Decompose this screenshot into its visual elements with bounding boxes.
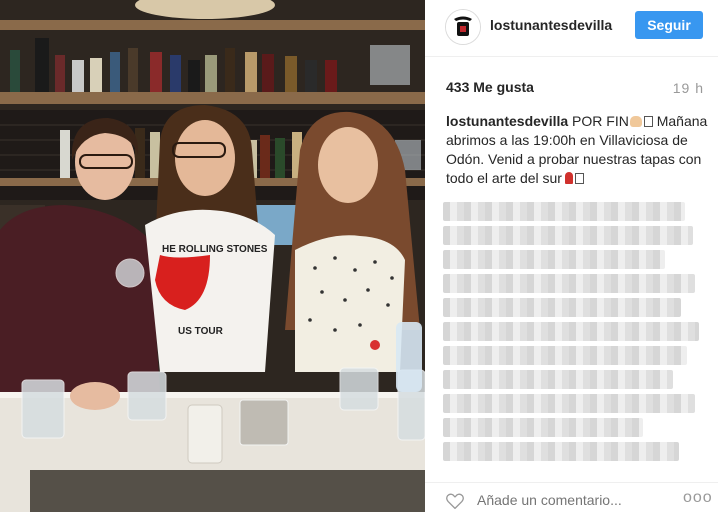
unknown-glyph-icon-2	[574, 173, 584, 184]
post-footer: ooo	[425, 482, 718, 513]
heart-icon[interactable]	[445, 492, 465, 510]
post-sidebar: lostunantesdevilla Seguir 433 Me gusta 1…	[425, 0, 718, 512]
avatar[interactable]	[445, 9, 481, 45]
caption-text-1: POR FIN	[572, 113, 629, 129]
caption-username[interactable]: lostunantesdevilla	[446, 113, 568, 129]
avatar-logo-icon	[446, 10, 480, 44]
shirt-text-1: HE ROLLING STONES	[162, 244, 268, 255]
post-timestamp[interactable]: 19 h	[673, 80, 704, 96]
shirt-text-2: US TOUR	[178, 326, 224, 337]
follow-button[interactable]: Seguir	[635, 11, 703, 39]
post-caption: lostunantesdevilla POR FIN Mañana abrimo…	[446, 112, 708, 188]
likes-count[interactable]: 433 Me gusta	[446, 79, 534, 95]
more-options-icon[interactable]: ooo	[683, 489, 713, 507]
unknown-glyph-icon	[643, 116, 653, 127]
post-header: lostunantesdevilla Seguir	[425, 0, 718, 57]
post-username[interactable]: lostunantesdevilla	[490, 17, 612, 33]
instagram-post: HE ROLLING STONES US TOUR lostunantesdev…	[0, 0, 718, 512]
water-bottle	[396, 322, 422, 392]
dancer-emoji-icon	[564, 172, 573, 184]
post-photo[interactable]: HE ROLLING STONES US TOUR	[0, 0, 425, 512]
comment-input[interactable]	[477, 491, 667, 509]
bar-scene: HE ROLLING STONES US TOUR	[0, 0, 425, 512]
clapping-emoji-icon	[629, 116, 642, 127]
